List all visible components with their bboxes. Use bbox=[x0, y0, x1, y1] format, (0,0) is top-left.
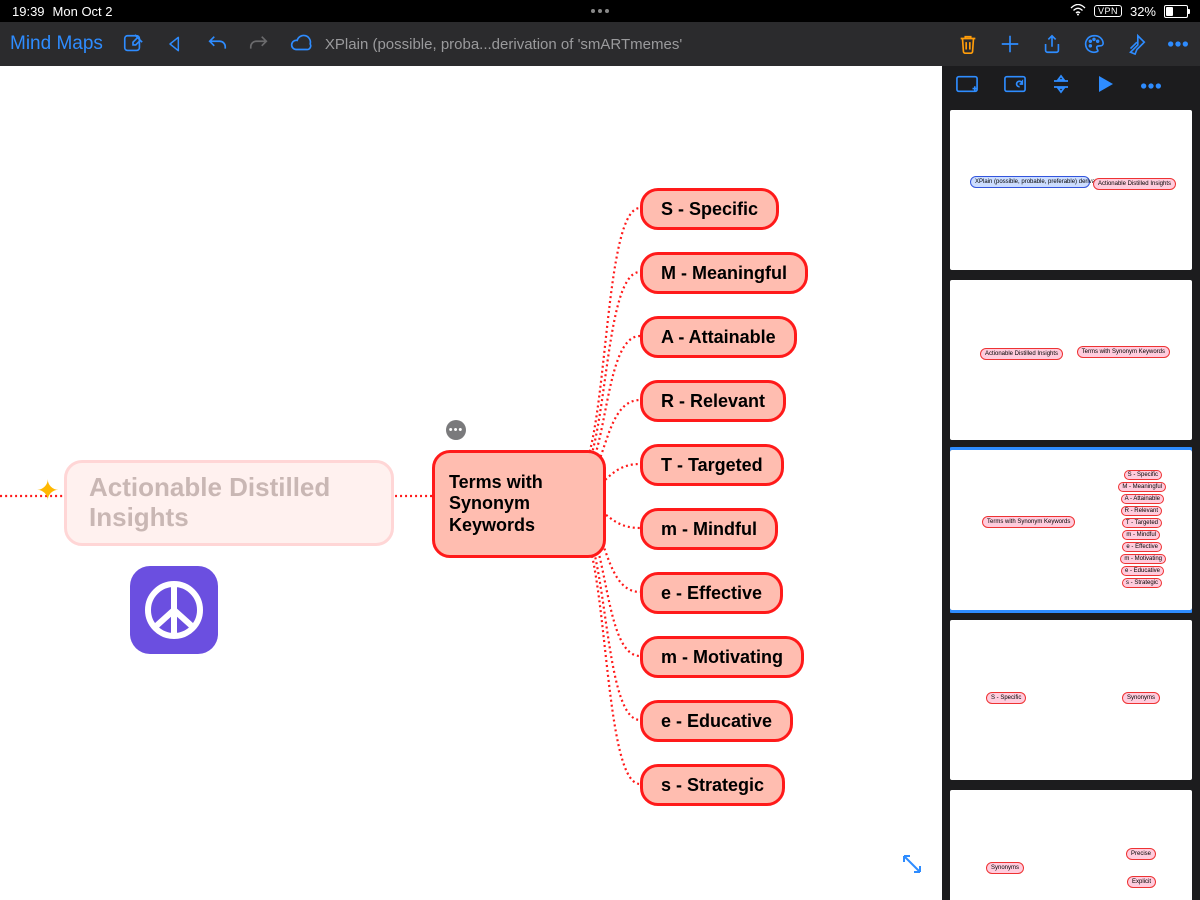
document-title[interactable]: XPlain (possible, proba...derivation of … bbox=[325, 36, 682, 53]
cloud-icon[interactable] bbox=[289, 32, 313, 56]
collapse-handle-icon[interactable]: ••• bbox=[446, 420, 466, 440]
multitask-indicator-icon[interactable] bbox=[591, 9, 609, 13]
back-caret-icon[interactable] bbox=[163, 32, 187, 56]
ios-status-bar: 19:39 Mon Oct 2 VPN 32% bbox=[0, 0, 1200, 22]
trash-icon[interactable] bbox=[956, 32, 980, 56]
leaf-node[interactable]: m - Motivating bbox=[640, 636, 804, 678]
panel-more-icon[interactable] bbox=[1140, 77, 1162, 95]
parent-node-label: Actionable Distilled Insights bbox=[89, 473, 369, 533]
resize-handle-icon[interactable] bbox=[900, 852, 924, 882]
thumbnail-panel: XPlain (possible, probable, preferable) … bbox=[941, 66, 1200, 900]
thumbnail[interactable]: S - Specific Synonyms bbox=[950, 620, 1192, 780]
thumbnail[interactable]: XPlain (possible, probable, preferable) … bbox=[950, 110, 1192, 270]
leaf-node[interactable]: M - Meaningful bbox=[640, 252, 808, 294]
thumbnail[interactable]: Terms with Synonym Keywords S - Specific… bbox=[950, 450, 1192, 610]
panel-add-slide-icon[interactable] bbox=[956, 75, 978, 98]
add-icon[interactable] bbox=[998, 32, 1022, 56]
peace-icon[interactable] bbox=[130, 566, 218, 654]
leaf-node[interactable]: S - Specific bbox=[640, 188, 779, 230]
thumbnail[interactable]: Synonyms Precise Explicit bbox=[950, 790, 1192, 900]
undo-icon[interactable] bbox=[205, 32, 229, 56]
center-node[interactable]: Terms with Synonym Keywords bbox=[432, 450, 606, 558]
more-icon[interactable] bbox=[1166, 32, 1190, 56]
compose-icon[interactable] bbox=[121, 32, 145, 56]
vpn-badge: VPN bbox=[1094, 5, 1122, 17]
thumbnail-list[interactable]: XPlain (possible, probable, preferable) … bbox=[950, 110, 1192, 900]
leaf-node[interactable]: T - Targeted bbox=[640, 444, 784, 486]
status-date: Mon Oct 2 bbox=[53, 4, 113, 19]
leaf-node[interactable]: s - Strategic bbox=[640, 764, 785, 806]
share-icon[interactable] bbox=[1040, 32, 1064, 56]
redo-icon[interactable] bbox=[247, 32, 271, 56]
panel-toolbar bbox=[942, 66, 1200, 106]
leaf-node[interactable]: m - Mindful bbox=[640, 508, 778, 550]
panel-play-icon[interactable] bbox=[1096, 74, 1114, 99]
back-button[interactable]: Mind Maps bbox=[10, 33, 103, 55]
leaf-node[interactable]: e - Effective bbox=[640, 572, 783, 614]
thumbnail[interactable]: Actionable Distilled Insights Terms with… bbox=[950, 280, 1192, 440]
wifi-icon bbox=[1070, 4, 1086, 19]
mindmap-canvas[interactable]: ✦ Actionable Distilled Insights ••• Term… bbox=[0, 66, 942, 900]
battery-icon bbox=[1164, 5, 1188, 18]
leaf-node[interactable]: A - Attainable bbox=[640, 316, 797, 358]
leaf-node[interactable]: e - Educative bbox=[640, 700, 793, 742]
panel-refresh-slide-icon[interactable] bbox=[1004, 75, 1026, 98]
panel-split-icon[interactable] bbox=[1052, 74, 1070, 99]
palette-icon[interactable] bbox=[1082, 32, 1106, 56]
status-time: 19:39 bbox=[12, 4, 45, 19]
app-toolbar: Mind Maps XPlain (possible, proba...deri… bbox=[0, 22, 1200, 66]
battery-pct: 32% bbox=[1130, 4, 1156, 19]
spark-icon: ✦ bbox=[36, 474, 59, 507]
parent-node[interactable]: Actionable Distilled Insights bbox=[64, 460, 394, 546]
center-node-label: Terms with Synonym Keywords bbox=[449, 472, 589, 537]
leaf-node[interactable]: R - Relevant bbox=[640, 380, 786, 422]
brush-icon[interactable] bbox=[1124, 32, 1148, 56]
